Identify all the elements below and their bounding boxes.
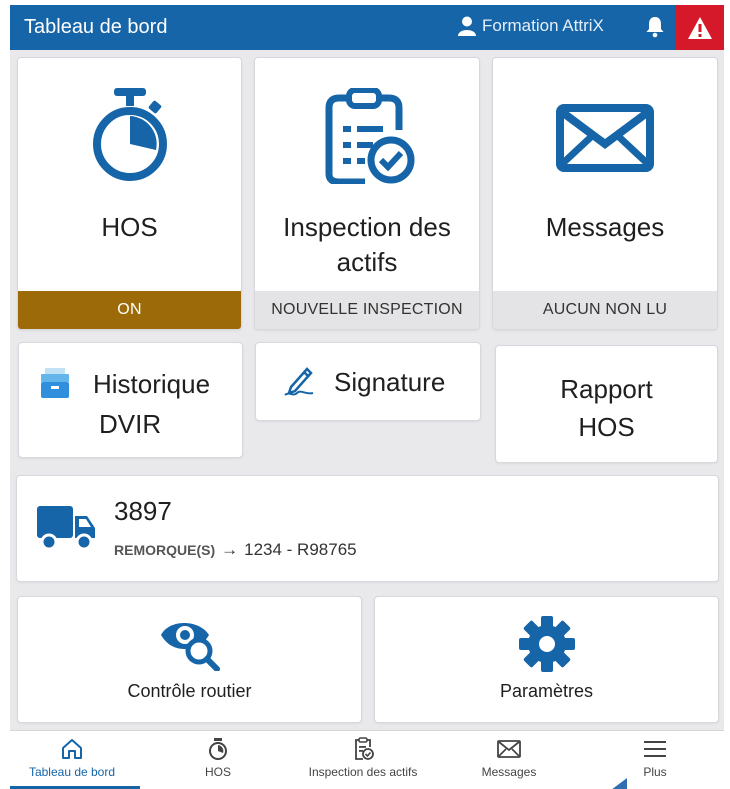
trailer-arrow: → <box>221 540 239 559</box>
nav-tab-dashboard[interactable]: Tableau de bord <box>2 737 142 779</box>
dvir-history-button[interactable]: Historique DVIR <box>18 342 243 458</box>
nav-label-more: Plus <box>643 765 667 779</box>
clipboard-check-icon <box>355 737 374 760</box>
page-title: Tableau de bord <box>24 16 168 38</box>
stopwatch-icon <box>209 738 227 760</box>
nav-label-dashboard: Tableau de bord <box>28 765 116 779</box>
alert-button[interactable] <box>676 5 724 50</box>
bell-icon[interactable] <box>645 16 665 43</box>
menu-icon <box>644 741 666 757</box>
user-icon <box>458 16 476 36</box>
roadside-label: Contrôle routier <box>127 681 252 701</box>
nav-label-messages: Messages <box>481 765 537 779</box>
home-icon <box>62 739 82 759</box>
inspection-tile-label-line1: Inspection des <box>283 212 451 242</box>
messages-tile-label: Messages <box>545 212 665 242</box>
inspection-status-badge: NOUVELLE INSPECTION <box>255 291 479 329</box>
envelope-icon <box>556 104 654 172</box>
nav-tab-hos[interactable]: HOS <box>148 737 288 779</box>
trailer-value: 1234 - R98765 <box>244 540 357 559</box>
warning-icon <box>688 16 712 39</box>
messages-tile[interactable]: Messages AUCUN NON LU <box>492 57 718 330</box>
hos-status-badge: ON <box>18 291 241 329</box>
archive-box-icon <box>41 368 69 398</box>
pen-signature-icon <box>284 367 314 396</box>
bottom-navigation: Tableau de bord HOS Inspection des actif… <box>10 730 724 789</box>
dvir-label-line1: Historique <box>93 369 211 399</box>
settings-button[interactable]: Paramètres <box>374 596 719 723</box>
user-menu[interactable]: Formation AttriX <box>458 16 604 36</box>
nav-tab-inspection[interactable]: Inspection des actifs <box>293 737 433 779</box>
nav-label-hos: HOS <box>204 765 231 779</box>
nav-tab-messages[interactable]: Messages <box>439 737 579 779</box>
vehicle-card[interactable]: 3897 REMORQUE(S) → 1234 - R98765 <box>16 475 719 582</box>
clipboard-check-icon <box>325 88 415 184</box>
nav-label-inspection: Inspection des actifs <box>308 765 418 779</box>
eye-search-icon <box>160 623 220 671</box>
settings-label: Paramètres <box>499 681 594 701</box>
trailer-label: REMORQUE(S) <box>114 542 216 558</box>
app-header: Tableau de bord Formation AttriX <box>10 5 724 50</box>
inspection-tile-label-line2: actifs <box>336 247 398 277</box>
nav-tab-more[interactable]: Plus <box>585 737 725 779</box>
inspection-tile[interactable]: Inspection des actifs NOUVELLE INSPECTIO… <box>254 57 480 330</box>
signature-label: Signature <box>334 367 446 397</box>
user-name: Formation AttriX <box>482 16 604 35</box>
stopwatch-icon <box>92 88 167 181</box>
roadside-inspection-button[interactable]: Contrôle routier <box>17 596 362 723</box>
hos-report-button[interactable]: Rapport HOS <box>495 345 718 463</box>
hos-report-label-line2: HOS <box>578 412 635 442</box>
signature-button[interactable]: Signature <box>255 342 481 421</box>
hos-tile-label: HOS <box>101 212 158 242</box>
corner-triangle-icon <box>612 778 627 789</box>
truck-icon <box>37 506 95 551</box>
envelope-icon <box>497 740 521 758</box>
hos-report-label-line1: Rapport <box>560 374 653 404</box>
dvir-label-line2: DVIR <box>99 409 162 439</box>
gear-icon <box>518 616 575 672</box>
messages-status-badge: AUCUN NON LU <box>493 291 717 329</box>
vehicle-number: 3897 <box>114 496 172 526</box>
hos-tile[interactable]: HOS ON <box>17 57 242 330</box>
